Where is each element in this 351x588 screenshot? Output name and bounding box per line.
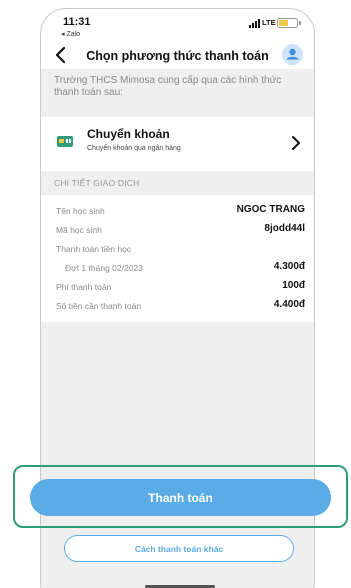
nav-bar: Chọn phương thức thanh toán (41, 41, 314, 69)
transaction-details: Tên học sinh NGOC TRANG Mã học sinh 8jod… (41, 195, 314, 322)
detail-value: 4.400đ (273, 299, 305, 310)
payment-method-title: Chuyển khoản (87, 127, 170, 141)
payment-method-subtitle: Chuyển khoản qua ngân hàng (87, 145, 181, 152)
signal-icon (249, 19, 260, 28)
bank-card-icon (57, 136, 73, 147)
other-payment-method-button[interactable]: Cách thanh toán khác (64, 535, 294, 562)
status-bar: 11:31 ◂ Zalo LTE (41, 9, 314, 39)
detail-value: 4.300đ (273, 261, 305, 272)
network-label: LTE (262, 18, 276, 27)
detail-row-installment: Đợt 1 tháng 02/2023 4.300đ (56, 261, 305, 275)
detail-row-fee: Phí thanh toán 100đ (56, 280, 305, 294)
back-to-app-link[interactable]: ◂ Zalo (61, 30, 80, 38)
detail-label: Phí thanh toán (56, 282, 112, 292)
detail-row-tuition: Thanh toán tiền học (56, 242, 305, 256)
detail-label: Thanh toán tiền học (56, 244, 132, 254)
chevron-right-icon (292, 136, 300, 150)
detail-label: Đợt 1 tháng 02/2023 (65, 263, 143, 273)
detail-row-student-name: Tên học sinh NGOC TRANG (56, 204, 305, 218)
detail-value: 8jodd44l (264, 223, 305, 234)
detail-label: Số tiền cần thanh toán (56, 301, 142, 311)
transaction-section-title: CHI TIẾT GIAO DỊCH (54, 178, 140, 188)
status-time: 11:31 (63, 16, 91, 28)
detail-value: NGOC TRANG (236, 204, 305, 215)
detail-value: 100đ (282, 280, 305, 291)
detail-row-total: Số tiền cần thanh toán 4.400đ (56, 299, 305, 313)
page-title: Chọn phương thức thanh toán (86, 49, 269, 63)
battery-level (279, 20, 288, 26)
battery-tip (299, 21, 301, 25)
detail-label: Tên học sinh (56, 206, 105, 216)
detail-row-student-code: Mã học sinh 8jodd44l (56, 223, 305, 237)
payment-method-bank-transfer[interactable]: Chuyển khoản Chuyển khoản qua ngân hàng (41, 117, 314, 171)
detail-label: Mã học sinh (56, 225, 102, 235)
intro-text: Trường THCS Mimosa cung cấp qua các hình… (54, 75, 282, 98)
pay-button[interactable]: Thanh toán (30, 479, 331, 516)
avatar-icon[interactable] (282, 44, 303, 65)
battery-icon (277, 18, 298, 28)
